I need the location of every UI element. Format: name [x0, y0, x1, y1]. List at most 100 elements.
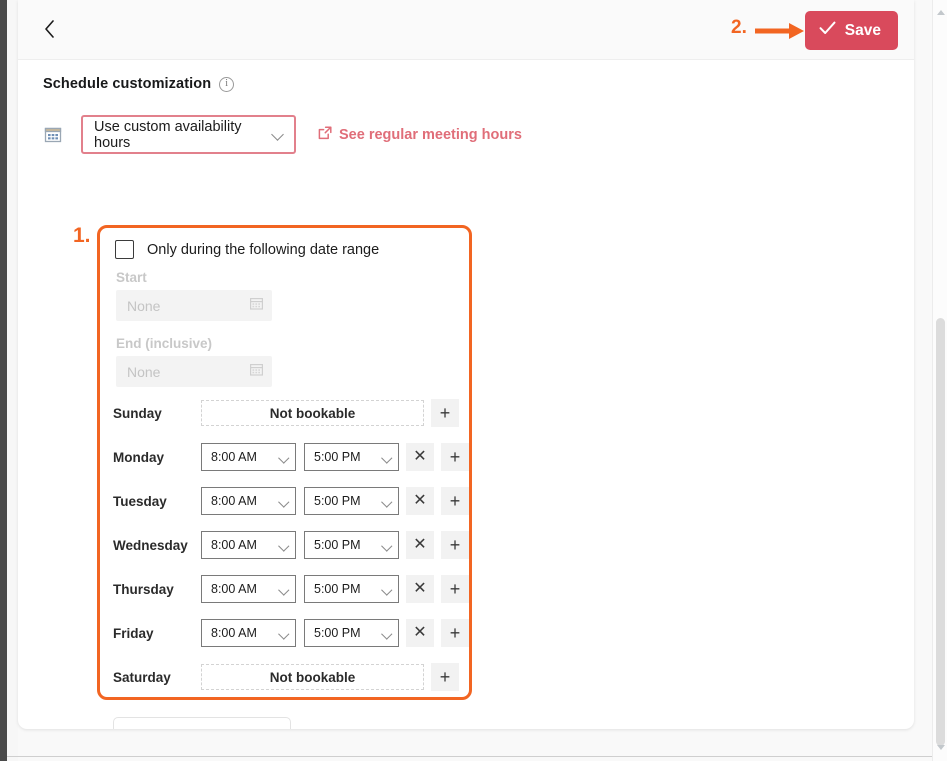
- chevron-down-icon: [280, 629, 289, 638]
- end-time-value: 5:00 PM: [314, 450, 383, 464]
- availability-row: Use custom availability hours See regula…: [43, 115, 522, 154]
- calendar-icon: [249, 296, 264, 316]
- annotation-arrow-icon: [755, 22, 805, 40]
- start-date-value: None: [127, 298, 249, 314]
- day-row-sunday: Sunday Not bookable +: [113, 394, 463, 432]
- plus-icon: +: [131, 729, 148, 730]
- day-label: Monday: [113, 450, 201, 465]
- add-time-slot-button[interactable]: +: [431, 399, 459, 427]
- chevron-down-icon: [383, 497, 392, 506]
- remove-time-slot-button[interactable]: ✕: [406, 531, 434, 559]
- availability-mode-value: Use custom availability hours: [94, 119, 273, 151]
- remove-time-slot-button[interactable]: ✕: [406, 487, 434, 515]
- chevron-down-icon: [383, 453, 392, 462]
- day-row-tuesday: Tuesday 8:00 AM 5:00 PM ✕ +: [113, 482, 463, 520]
- start-time-dropdown[interactable]: 8:00 AM: [201, 443, 296, 471]
- not-bookable-slot: Not bookable: [201, 664, 424, 690]
- day-label: Thursday: [113, 582, 201, 597]
- start-time-dropdown[interactable]: 8:00 AM: [201, 575, 296, 603]
- chevron-down-icon: [383, 629, 392, 638]
- app-window: Save Schedule customization i: [0, 0, 947, 761]
- remove-time-slot-button[interactable]: ✕: [406, 443, 434, 471]
- chevron-down-icon: [383, 541, 392, 550]
- day-label: Friday: [113, 626, 201, 641]
- end-time-dropdown[interactable]: 5:00 PM: [304, 575, 399, 603]
- start-time-dropdown[interactable]: 8:00 AM: [201, 619, 296, 647]
- date-range-checkbox[interactable]: [115, 240, 134, 259]
- chevron-left-icon: [44, 20, 55, 42]
- chevron-down-icon: [273, 129, 284, 140]
- start-time-value: 8:00 AM: [211, 538, 280, 552]
- save-button[interactable]: Save: [805, 11, 898, 50]
- remove-time-slot-button[interactable]: ✕: [406, 575, 434, 603]
- scroll-up-arrow-icon[interactable]: [933, 4, 947, 20]
- vertical-scrollbar[interactable]: [932, 0, 947, 761]
- page-title: Schedule customization: [43, 76, 211, 92]
- day-label: Tuesday: [113, 494, 201, 509]
- add-time-slot-button[interactable]: +: [431, 663, 459, 691]
- start-time-value: 8:00 AM: [211, 450, 280, 464]
- chevron-down-icon: [280, 497, 289, 506]
- availability-settings-panel: Only during the following date range Sta…: [97, 225, 472, 700]
- window-left-gutter: [7, 0, 18, 761]
- calendar-icon: [249, 362, 264, 382]
- end-date-field[interactable]: None: [116, 356, 272, 387]
- chevron-down-icon: [280, 585, 289, 594]
- start-time-dropdown[interactable]: 8:00 AM: [201, 531, 296, 559]
- add-time-slot-button[interactable]: +: [441, 619, 469, 647]
- day-row-friday: Friday 8:00 AM 5:00 PM ✕ +: [113, 614, 463, 652]
- start-date-label: Start: [116, 270, 147, 285]
- scrollbar-thumb[interactable]: [936, 318, 945, 746]
- save-button-label: Save: [845, 22, 881, 40]
- end-time-dropdown[interactable]: 5:00 PM: [304, 619, 399, 647]
- start-time-dropdown[interactable]: 8:00 AM: [201, 487, 296, 515]
- day-row-saturday: Saturday Not bookable +: [113, 658, 463, 696]
- date-range-checkbox-row[interactable]: Only during the following date range: [115, 240, 379, 259]
- day-row-monday: Monday 8:00 AM 5:00 PM ✕ +: [113, 438, 463, 476]
- start-date-field[interactable]: None: [116, 290, 272, 321]
- window-bottom-divider: [7, 756, 932, 757]
- day-label: Wednesday: [113, 538, 201, 553]
- end-date-value: None: [127, 364, 249, 380]
- see-regular-meeting-hours-link[interactable]: See regular meeting hours: [318, 126, 522, 144]
- end-time-value: 5:00 PM: [314, 494, 383, 508]
- end-time-dropdown[interactable]: 5:00 PM: [304, 443, 399, 471]
- day-label: Saturday: [113, 670, 201, 685]
- check-icon: [819, 21, 836, 40]
- not-bookable-slot: Not bookable: [201, 400, 424, 426]
- window-left-chrome: [0, 0, 7, 761]
- end-time-value: 5:00 PM: [314, 626, 383, 640]
- end-date-label: End (inclusive): [116, 336, 212, 351]
- start-time-value: 8:00 AM: [211, 494, 280, 508]
- end-time-value: 5:00 PM: [314, 582, 383, 596]
- schedule-customization-card: Save Schedule customization i: [18, 0, 914, 729]
- calendar-grid-icon: [43, 125, 63, 145]
- add-time-slot-button[interactable]: +: [441, 487, 469, 515]
- start-time-value: 8:00 AM: [211, 626, 280, 640]
- end-time-dropdown[interactable]: 5:00 PM: [304, 531, 399, 559]
- info-icon[interactable]: i: [219, 77, 234, 92]
- annotation-step-1: 1.: [73, 224, 91, 248]
- end-time-dropdown[interactable]: 5:00 PM: [304, 487, 399, 515]
- remove-time-slot-button[interactable]: ✕: [406, 619, 434, 647]
- day-row-wednesday: Wednesday 8:00 AM 5:00 PM ✕ +: [113, 526, 463, 564]
- add-time-slot-button[interactable]: +: [441, 575, 469, 603]
- advanced-options-button[interactable]: + Advanced options: [113, 717, 291, 729]
- see-regular-meeting-hours-label: See regular meeting hours: [339, 127, 522, 143]
- date-range-checkbox-label: Only during the following date range: [147, 242, 379, 258]
- chevron-down-icon: [280, 541, 289, 550]
- chevron-down-icon: [383, 585, 392, 594]
- section-title-row: Schedule customization i: [43, 76, 234, 92]
- add-time-slot-button[interactable]: +: [441, 443, 469, 471]
- chevron-down-icon: [280, 453, 289, 462]
- day-label: Sunday: [113, 406, 201, 421]
- add-time-slot-button[interactable]: +: [441, 531, 469, 559]
- annotation-step-2: 2.: [731, 17, 747, 39]
- external-link-icon: [318, 126, 332, 144]
- day-row-thursday: Thursday 8:00 AM 5:00 PM ✕ +: [113, 570, 463, 608]
- end-time-value: 5:00 PM: [314, 538, 383, 552]
- availability-mode-dropdown[interactable]: Use custom availability hours: [81, 115, 296, 154]
- back-button[interactable]: [36, 18, 62, 44]
- start-time-value: 8:00 AM: [211, 582, 280, 596]
- scroll-down-arrow-icon[interactable]: [933, 739, 947, 755]
